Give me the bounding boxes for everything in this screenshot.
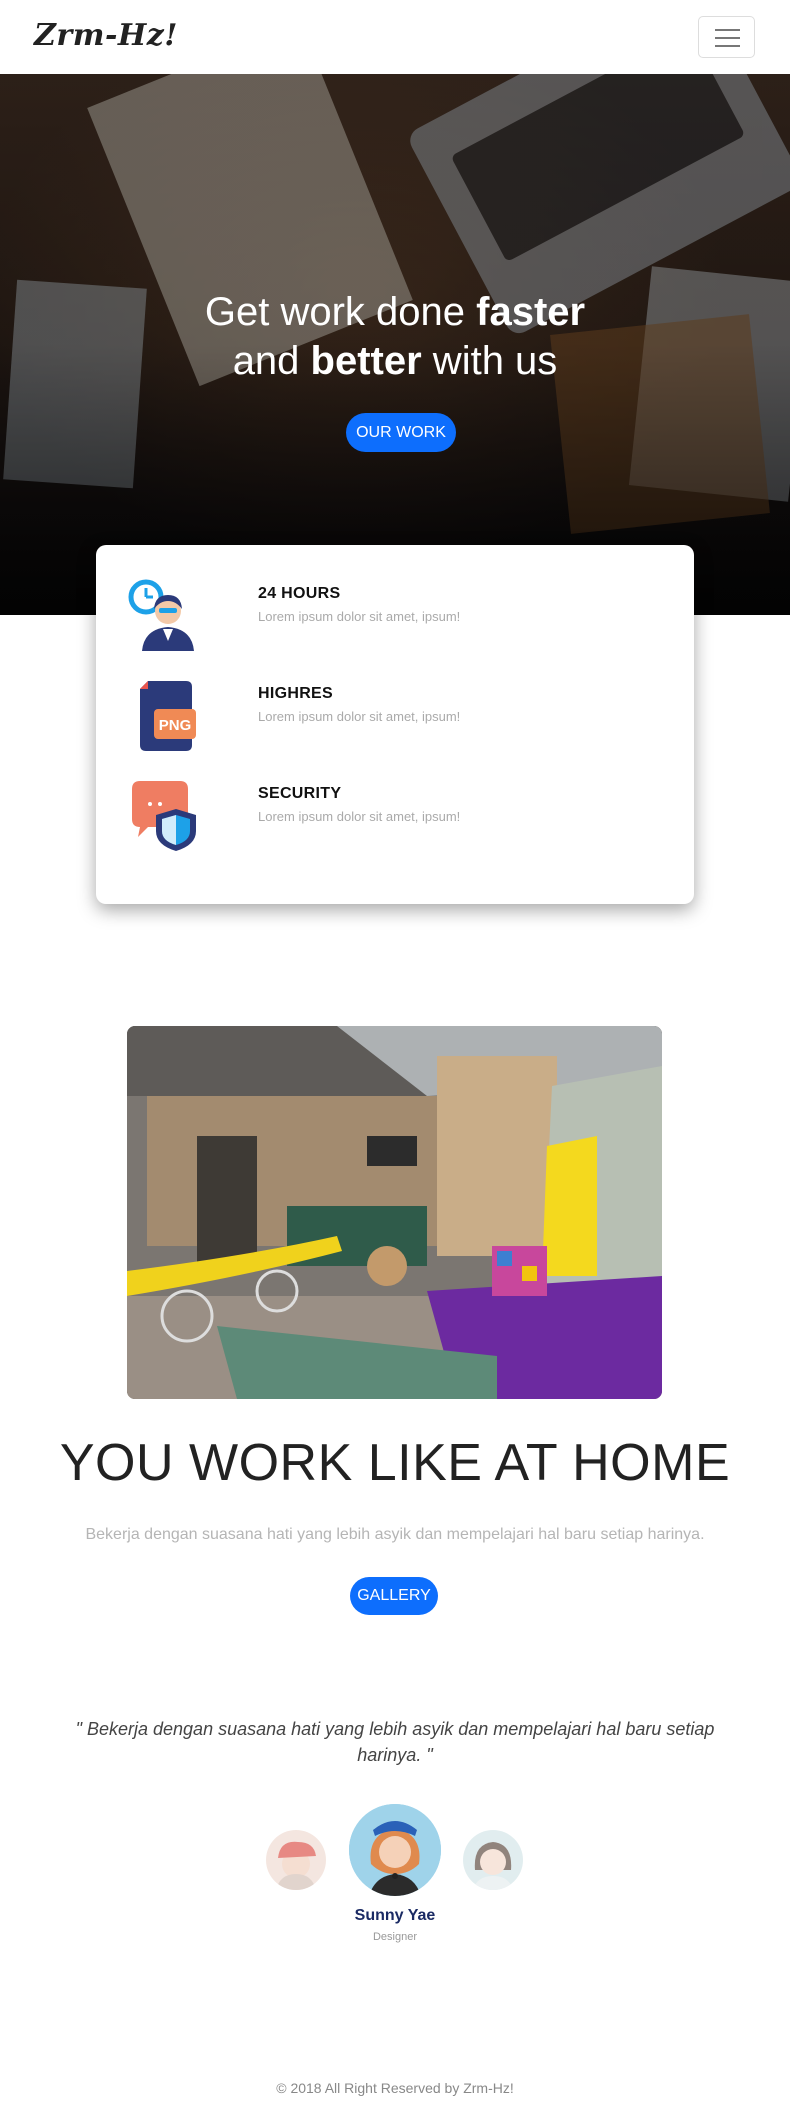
avatar-left[interactable] [266, 1830, 326, 1890]
avatar-right[interactable] [463, 1830, 523, 1890]
testimonial-name: Sunny Yae [354, 1907, 436, 1924]
testimonial-quote: " Bekerja dengan suasana hati yang lebih… [75, 1719, 715, 1765]
hero-section: Get work done faster and better with us … [0, 74, 790, 615]
feature-highres: PNG HIGHRES Lorem ipsum dolor sit amet, … [128, 679, 648, 759]
png-file-icon: PNG [140, 681, 196, 751]
footer-copyright: © 2018 All Right Reserved by Zrm-Hz! [276, 2080, 514, 2096]
hamburger-menu-icon[interactable] [698, 16, 755, 58]
our-work-button[interactable]: OUR WORK [346, 413, 456, 452]
feature-title: 24 HOURS [258, 585, 341, 602]
testimonial-role: Designer [372, 1931, 418, 1943]
info-panel: 24 HOURS Lorem ipsum dolor sit amet, ips… [96, 545, 694, 904]
feature-security: SECURITY Lorem ipsum dolor sit amet, ips… [128, 779, 648, 859]
feature-description: Lorem ipsum dolor sit amet, ipsum! [258, 809, 461, 824]
feature-24-hours: 24 HOURS Lorem ipsum dolor sit amet, ips… [128, 579, 648, 659]
feature-description: Lorem ipsum dolor sit amet, ipsum! [258, 709, 461, 724]
feature-description: Lorem ipsum dolor sit amet, ipsum! [258, 609, 461, 624]
feature-title: SECURITY [258, 785, 342, 802]
hero-title: Get work done faster and better with us [204, 290, 586, 383]
svg-text:PNG: PNG [159, 717, 192, 734]
workspace-description: Bekerja dengan suasana hati yang lebih a… [85, 1526, 705, 1543]
brand-logo[interactable]: Zrm-Hz! [34, 18, 178, 53]
avatar-active[interactable] [349, 1804, 441, 1896]
workspace-title: YOU WORK LIKE AT HOME [59, 1434, 731, 1492]
workspace-image [127, 1026, 662, 1399]
gallery-button[interactable]: GALLERY [350, 1577, 438, 1615]
feature-title: HIGHRES [258, 685, 333, 702]
navbar: Zrm-Hz! [0, 0, 790, 74]
clock-support-person-icon [128, 579, 194, 651]
chat-shield-icon [132, 781, 196, 851]
